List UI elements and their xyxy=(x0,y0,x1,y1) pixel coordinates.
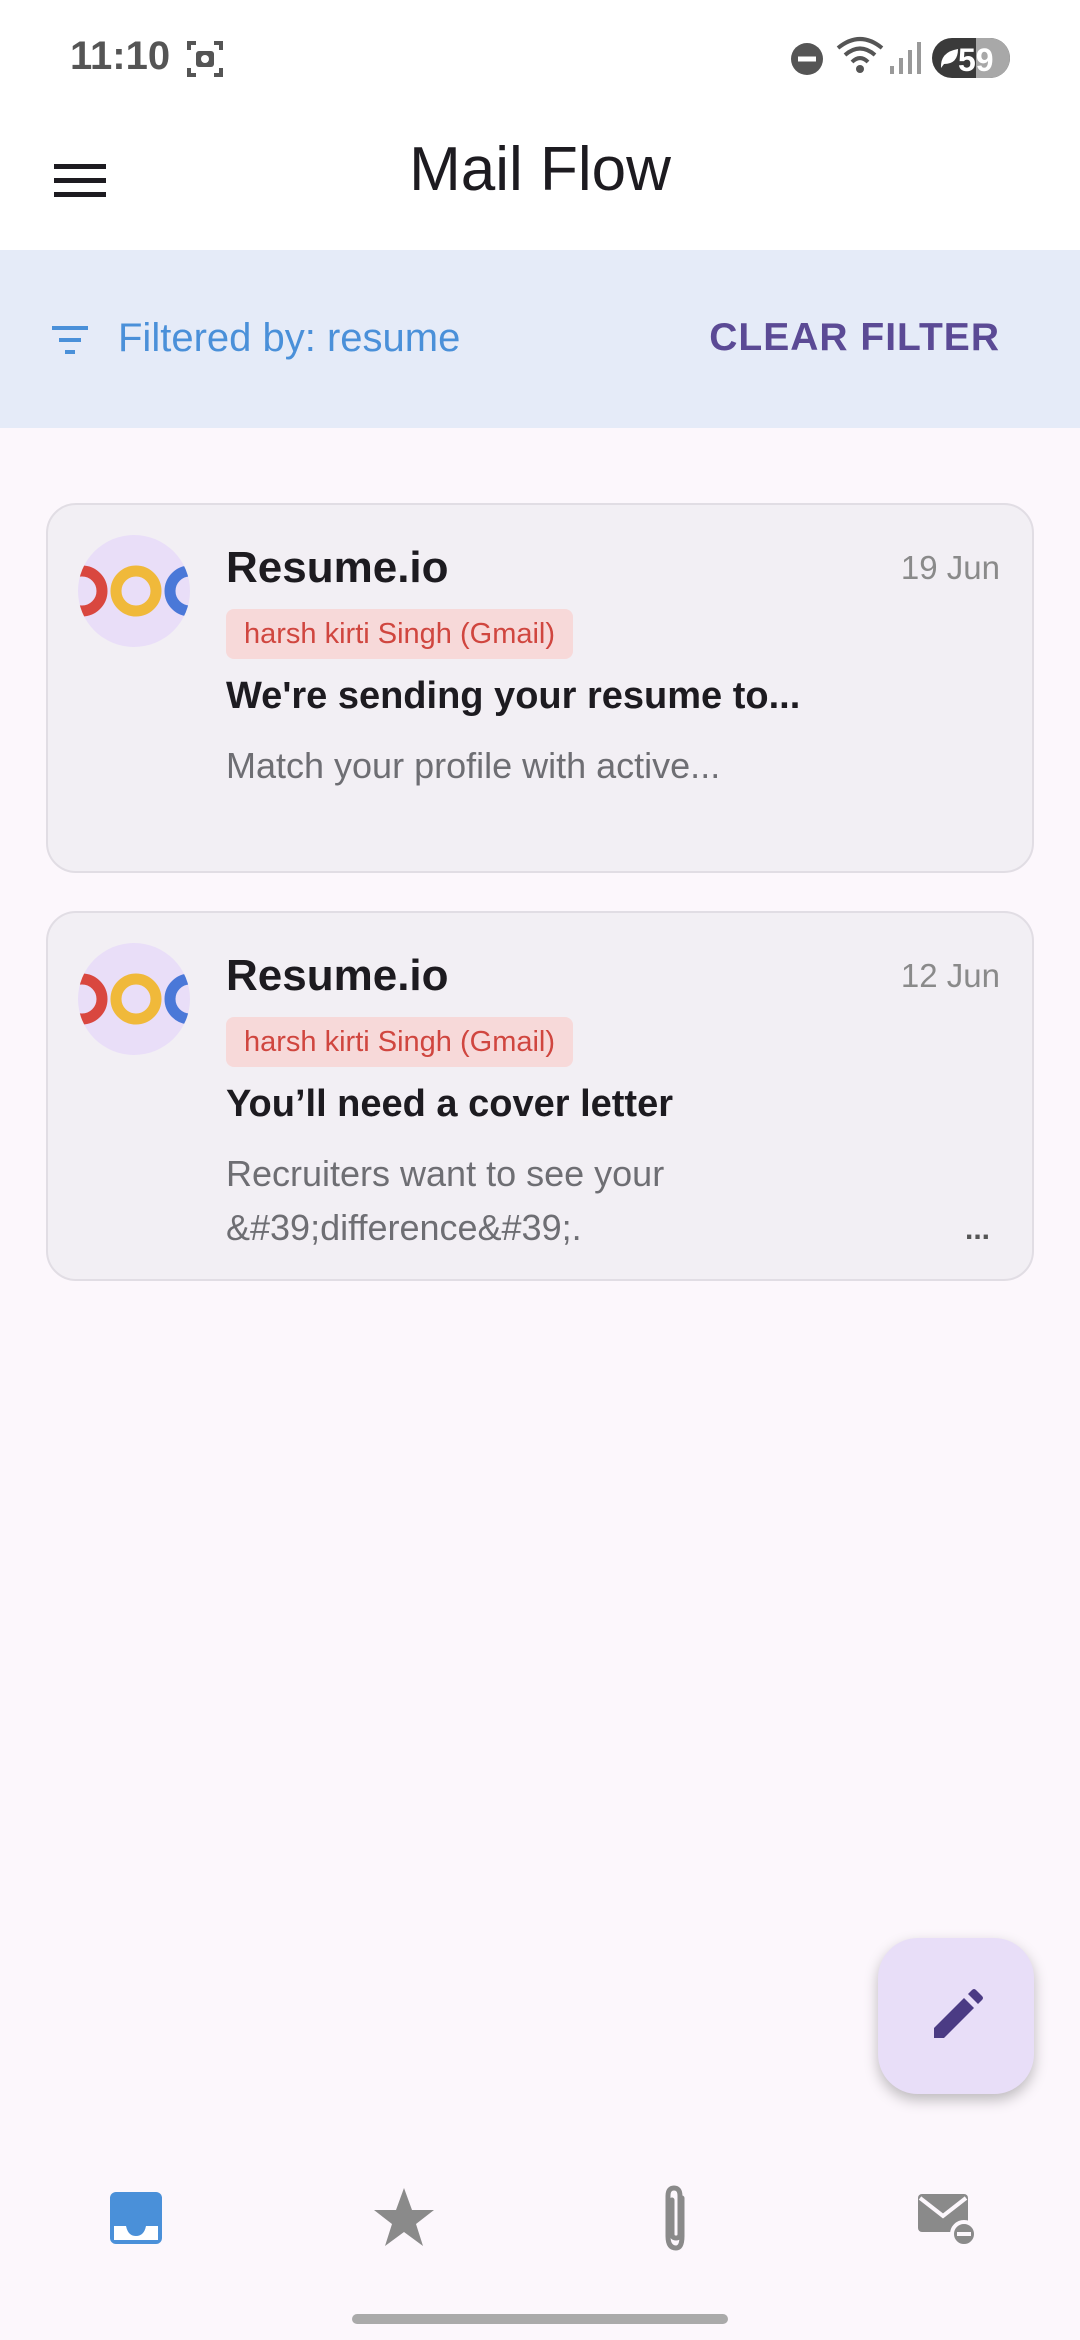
nav-attachments[interactable] xyxy=(636,2178,716,2258)
email-preview: Recruiters want to see your &#39;differe… xyxy=(226,1153,665,1248)
do-not-disturb-icon xyxy=(790,42,824,81)
nav-starred[interactable] xyxy=(364,2178,444,2258)
filter-label: Filtered by: resume xyxy=(118,316,461,360)
email-subject: We're sending your resume to... xyxy=(226,675,801,717)
nav-unsubscribe[interactable] xyxy=(906,2178,986,2258)
resume-io-logo-icon xyxy=(78,973,190,1025)
filter-icon xyxy=(50,322,90,363)
signal-icon xyxy=(888,40,924,81)
more-ellipsis: ... xyxy=(964,1213,990,1246)
paperclip-icon xyxy=(665,2185,685,2251)
account-badge: harsh kirti Singh (Gmail) xyxy=(226,1017,574,1067)
email-date: 19 Jun xyxy=(900,549,1000,586)
battery-level: 59 xyxy=(958,42,994,78)
unsubscribe-icon xyxy=(918,2194,978,2248)
wifi-icon xyxy=(836,36,884,81)
email-card[interactable]: Resume.io 12 Jun harsh kirti Singh (Gmai… xyxy=(46,911,1034,1281)
app-title: Mail Flow xyxy=(409,135,671,204)
email-subject: You’ll need a cover letter xyxy=(226,1083,674,1125)
home-indicator[interactable] xyxy=(352,2314,728,2324)
account-badge: harsh kirti Singh (Gmail) xyxy=(226,609,574,659)
screenshot-icon xyxy=(186,40,224,83)
status-time: 11:10 xyxy=(70,34,171,78)
star-icon xyxy=(374,2188,434,2246)
email-sender: Resume.io xyxy=(226,543,449,592)
nav-inbox[interactable] xyxy=(96,2178,176,2258)
battery-indicator: 59 xyxy=(932,38,1010,78)
email-card[interactable]: Resume.io 19 Jun harsh kirti Singh (Gmai… xyxy=(46,503,1034,873)
app-bar: Mail Flow xyxy=(0,118,1080,250)
inbox-icon xyxy=(110,2192,162,2244)
email-date: 12 Jun xyxy=(900,957,1000,994)
status-bar: 11:10 59 xyxy=(0,0,1080,118)
pencil-icon xyxy=(934,1989,983,2038)
bottom-navigation xyxy=(0,2140,1080,2280)
battery-saver-icon xyxy=(938,46,960,75)
sender-avatar xyxy=(78,943,190,1055)
resume-io-logo-icon xyxy=(78,565,190,617)
clear-filter-button[interactable]: CLEAR FILTER xyxy=(709,316,1000,360)
sender-avatar xyxy=(78,535,190,647)
email-sender: Resume.io xyxy=(226,951,449,1000)
email-preview: Match your profile with active... xyxy=(226,745,721,786)
filter-bar: Filtered by: resume CLEAR FILTER xyxy=(0,250,1080,428)
compose-button[interactable] xyxy=(878,1938,1034,2094)
